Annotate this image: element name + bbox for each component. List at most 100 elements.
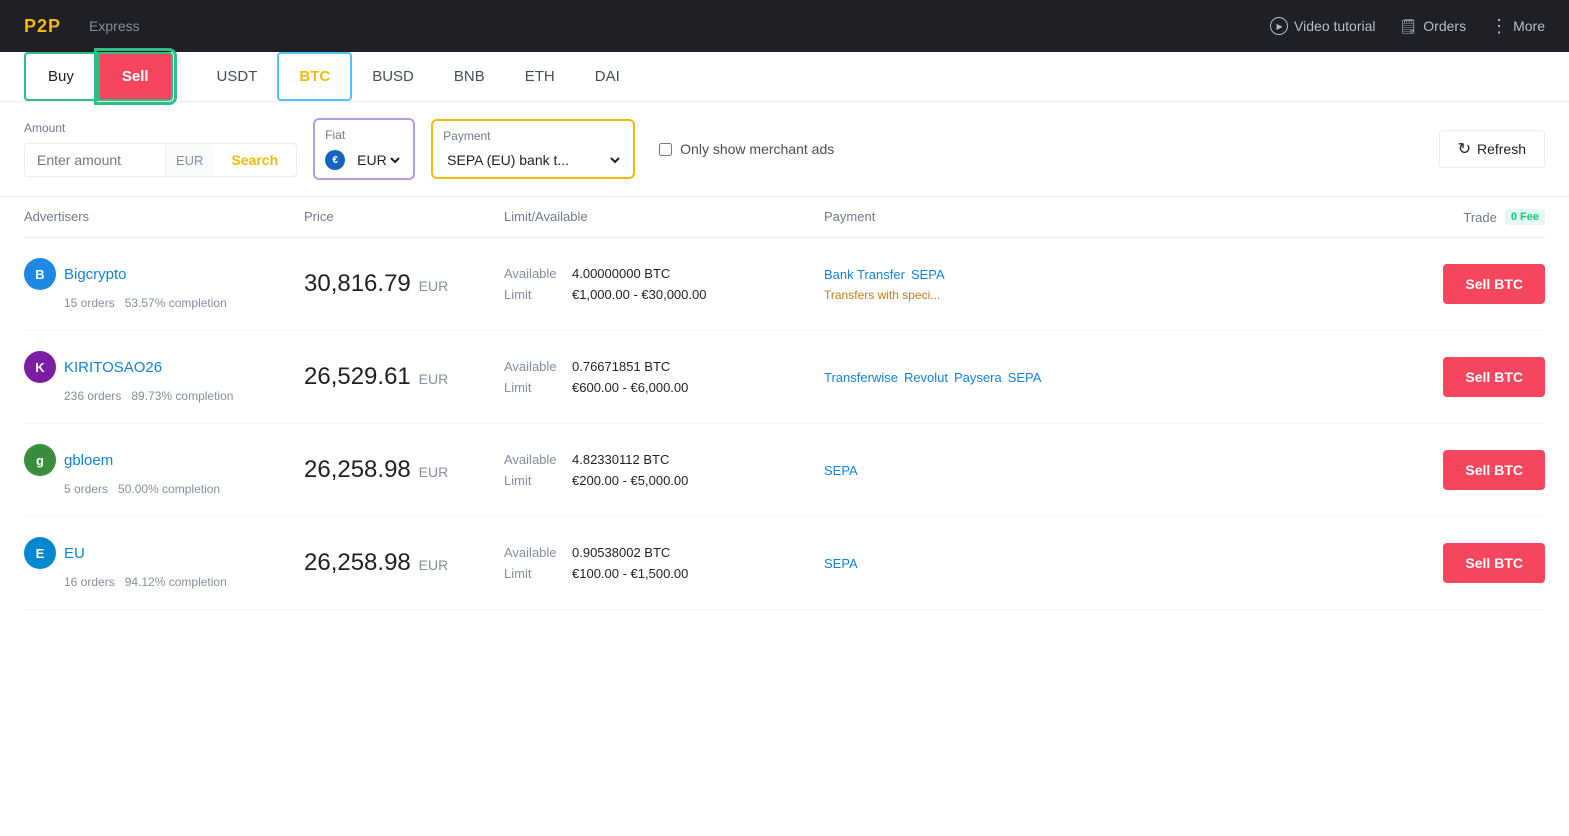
advertiser-name-wrap: g gbloem <box>24 444 304 476</box>
limit-label: Limit <box>504 380 564 395</box>
available-label: Available <box>504 359 564 374</box>
limit-row: Limit €1,000.00 - €30,000.00 <box>504 287 824 302</box>
sell-btc-button[interactable]: Sell BTC <box>1443 357 1545 397</box>
payment-tag[interactable]: Bank Transfer <box>824 267 905 282</box>
merchant-checkbox[interactable] <box>659 143 672 156</box>
tab-btc[interactable]: BTC <box>277 52 352 101</box>
refresh-button[interactable]: ↻ Refresh <box>1439 130 1545 168</box>
available-value: 4.00000000 BTC <box>572 266 670 281</box>
limit-cell: Available 0.76671851 BTC Limit €600.00 -… <box>504 359 824 395</box>
advertisers-table: Advertisers Price Limit/Available Paymen… <box>0 197 1569 610</box>
advertiser-avatar: B <box>24 258 56 290</box>
advertiser-cell: K KIRITOSAO26 236 orders 89.73% completi… <box>24 351 304 403</box>
trade-cell: Sell BTC <box>1064 450 1545 490</box>
payment-tag[interactable]: SEPA <box>1008 370 1042 385</box>
brand-logo[interactable]: P2P <box>24 16 61 37</box>
payment-tag[interactable]: SEPA <box>911 267 945 282</box>
tab-row: Buy Sell USDT BTC BUSD BNB ETH DAI <box>0 52 1569 102</box>
payment-cell: Bank Transfer SEPA Transfers with speci... <box>824 267 1064 302</box>
sell-btc-button[interactable]: Sell BTC <box>1443 543 1545 583</box>
payment-tag[interactable]: SEPA <box>824 556 858 571</box>
merchant-check: Only show merchant ads <box>659 141 834 157</box>
merchant-label[interactable]: Only show merchant ads <box>680 141 834 157</box>
limit-value: €600.00 - €6,000.00 <box>572 380 688 395</box>
limit-row: Limit €100.00 - €1,500.00 <box>504 566 824 581</box>
tab-usdt[interactable]: USDT <box>197 54 278 99</box>
payment-select[interactable]: SEPA (EU) bank t... Bank Transfer Transf… <box>443 151 623 169</box>
limit-value: €100.00 - €1,500.00 <box>572 566 688 581</box>
limit-label: Limit <box>504 473 564 488</box>
col-payment: Payment <box>824 209 1064 225</box>
advertiser-name[interactable]: Bigcrypto <box>64 266 127 283</box>
price-currency: EUR <box>415 464 448 480</box>
payment-tags: SEPA <box>824 556 1064 571</box>
available-value: 0.76671851 BTC <box>572 359 670 374</box>
tab-busd[interactable]: BUSD <box>352 54 434 99</box>
trade-cell: Sell BTC <box>1064 357 1545 397</box>
sell-btc-button[interactable]: Sell BTC <box>1443 264 1545 304</box>
payment-cell: SEPA <box>824 463 1064 478</box>
available-value: 4.82330112 BTC <box>572 452 669 467</box>
advertiser-name-wrap: B Bigcrypto <box>24 258 304 290</box>
available-label: Available <box>504 545 564 560</box>
payment-tag[interactable]: Paysera <box>954 370 1002 385</box>
col-trade: Trade 0 Fee <box>1064 209 1545 225</box>
available-label: Available <box>504 452 564 467</box>
advertiser-stats: 16 orders 94.12% completion <box>24 575 304 589</box>
limit-row: Limit €200.00 - €5,000.00 <box>504 473 824 488</box>
payment-tags: Transferwise Revolut Paysera SEPA <box>824 370 1064 385</box>
advertiser-name[interactable]: EU <box>64 545 85 562</box>
fiat-select-wrap: € EUR USD GBP <box>325 150 403 170</box>
available-value: 0.90538002 BTC <box>572 545 670 560</box>
amount-section: Amount EUR Search <box>24 121 297 177</box>
limit-value: €1,000.00 - €30,000.00 <box>572 287 706 302</box>
limit-cell: Available 4.00000000 BTC Limit €1,000.00… <box>504 266 824 302</box>
tab-bnb[interactable]: BNB <box>434 54 505 99</box>
table-row: g gbloem 5 orders 50.00% completion 26,2… <box>24 424 1545 517</box>
play-icon: ▶ <box>1270 17 1288 35</box>
advertiser-avatar: K <box>24 351 56 383</box>
advertiser-name-wrap: E EU <box>24 537 304 569</box>
tab-dai[interactable]: DAI <box>575 54 640 99</box>
more-menu[interactable]: ⋮ More <box>1490 16 1545 37</box>
payment-tags: SEPA <box>824 463 1064 478</box>
buy-tab[interactable]: Buy <box>24 52 98 101</box>
video-tutorial-link[interactable]: ▶ Video tutorial <box>1270 17 1375 35</box>
payment-tag[interactable]: Revolut <box>904 370 948 385</box>
fiat-flag-icon: € <box>325 150 345 170</box>
express-label[interactable]: Express <box>89 18 140 34</box>
amount-currency: EUR <box>165 145 213 176</box>
advertiser-cell: E EU 16 orders 94.12% completion <box>24 537 304 589</box>
fiat-section: Fiat € EUR USD GBP <box>313 118 415 180</box>
nav-right: ▶ Video tutorial 🗒 Orders ⋮ More <box>1270 16 1545 37</box>
fiat-select[interactable]: EUR USD GBP <box>353 151 403 169</box>
payment-note[interactable]: Transfers with speci... <box>824 288 940 302</box>
fee-badge: 0 Fee <box>1505 209 1545 225</box>
available-label: Available <box>504 266 564 281</box>
available-row: Available 0.90538002 BTC <box>504 545 824 560</box>
search-button[interactable]: Search <box>213 144 296 176</box>
advertiser-avatar: g <box>24 444 56 476</box>
amount-input[interactable] <box>25 144 165 176</box>
available-row: Available 4.82330112 BTC <box>504 452 824 467</box>
sell-btc-button[interactable]: Sell BTC <box>1443 450 1545 490</box>
filters-row: Amount EUR Search Fiat € EUR USD GBP Pay… <box>0 102 1569 197</box>
advertiser-cell: B Bigcrypto 15 orders 53.57% completion <box>24 258 304 310</box>
advertiser-name[interactable]: KIRITOSAO26 <box>64 359 162 376</box>
table-row: B Bigcrypto 15 orders 53.57% completion … <box>24 238 1545 331</box>
price-currency: EUR <box>415 557 448 573</box>
payment-cell: SEPA <box>824 556 1064 571</box>
orders-link[interactable]: 🗒 Orders <box>1400 18 1467 35</box>
limit-label: Limit <box>504 566 564 581</box>
price-cell: 30,816.79 EUR <box>304 270 504 298</box>
price-cell: 26,258.98 EUR <box>304 549 504 577</box>
payment-tag[interactable]: SEPA <box>824 463 858 478</box>
advertiser-name[interactable]: gbloem <box>64 452 113 469</box>
amount-label: Amount <box>24 121 297 135</box>
table-row: K KIRITOSAO26 236 orders 89.73% completi… <box>24 331 1545 424</box>
payment-tag[interactable]: Transferwise <box>824 370 898 385</box>
dots-icon: ⋮ <box>1490 16 1509 37</box>
sell-tab[interactable]: Sell <box>98 52 173 101</box>
buy-sell-group: Buy Sell <box>24 52 173 101</box>
tab-eth[interactable]: ETH <box>505 54 575 99</box>
